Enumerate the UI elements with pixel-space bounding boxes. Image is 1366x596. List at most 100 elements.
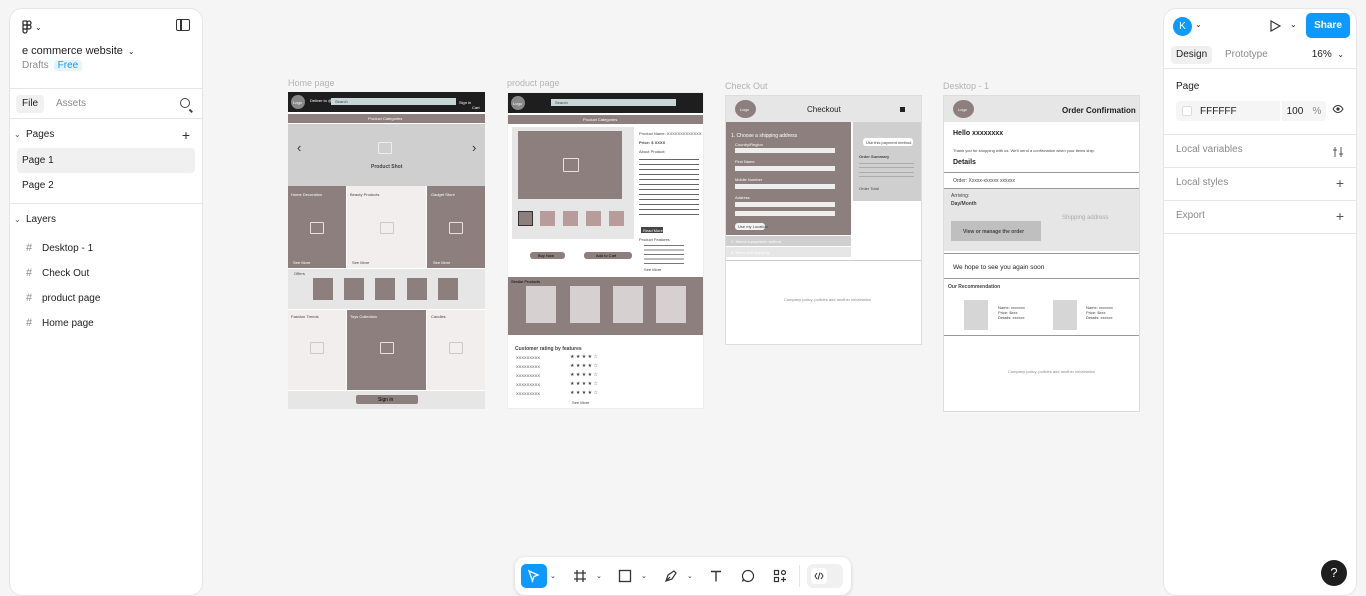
drafts-link[interactable]: Drafts [22, 60, 49, 71]
pages-section-header[interactable]: ⌄ Pages + [10, 122, 202, 148]
comment-tool[interactable] [738, 564, 758, 588]
chevron-down-icon: ⌄ [1337, 50, 1344, 59]
frame-label-checkout[interactable]: Check Out [725, 81, 768, 91]
frame-check-out[interactable]: Logo Checkout 1. Choose a shipping addre… [725, 95, 922, 345]
home-header: Logo Deliver to @ India Search Sign in C… [288, 92, 485, 112]
pen-tool[interactable] [661, 564, 681, 588]
page-fill-row: FFFFFF 100 % [1176, 101, 1344, 121]
file-header: ⌄ e commerce website ⌄ Drafts Free [10, 9, 202, 89]
layer-label: Home page [42, 318, 94, 329]
frame-home-page[interactable]: Logo Deliver to @ India Search Sign in C… [288, 92, 485, 409]
bottom-toolbar: ⌄ ⌄ ⌄ ⌄ [515, 557, 851, 595]
layer-item-home-page[interactable]: # Home page [10, 311, 202, 336]
export-section[interactable]: Export + [1164, 201, 1356, 234]
rating-row-label: XXXXXXXXX [516, 382, 541, 387]
home-tile-label: Fashion Trends [291, 314, 319, 319]
play-icon[interactable] [1268, 19, 1282, 33]
avatar[interactable]: K [1173, 17, 1192, 36]
add-style-icon[interactable]: + [1336, 175, 1344, 191]
frame-label-product[interactable]: product page [507, 78, 560, 88]
layer-item-check-out[interactable]: # Check Out [10, 261, 202, 286]
eye-icon[interactable] [1332, 104, 1344, 114]
home-tile-label: Candles [431, 314, 446, 319]
add-export-icon[interactable]: + [1336, 208, 1344, 224]
rec-line: Details: xxxxxx [998, 315, 1025, 320]
tab-assets[interactable]: Assets [50, 95, 92, 113]
frame-tool[interactable] [570, 564, 590, 588]
tab-file[interactable]: File [16, 95, 45, 113]
dev-mode-toggle[interactable] [807, 564, 843, 588]
help-button[interactable]: ? [1321, 560, 1347, 586]
product-features: Product Features [639, 237, 670, 242]
desktop-recommendation: Our Recommendation [948, 284, 1001, 290]
frame-label-desktop[interactable]: Desktop - 1 [943, 81, 989, 91]
left-panel: ⌄ e commerce website ⌄ Drafts Free File … [10, 9, 202, 595]
search-icon[interactable] [180, 98, 190, 108]
page-opacity-input[interactable]: 100 % [1282, 101, 1326, 121]
checkout-field-label: Country/Region [735, 142, 763, 147]
chevron-down-icon[interactable]: ⌄ [687, 572, 693, 580]
cursor-icon [527, 569, 540, 583]
page-color-input[interactable]: FFFFFF [1176, 101, 1280, 121]
page-item-1[interactable]: Page 1 [17, 148, 195, 173]
home-see-more: See More [433, 260, 451, 265]
layer-item-desktop-1[interactable]: # Desktop - 1 [10, 236, 202, 261]
frame-label-home[interactable]: Home page [288, 78, 335, 88]
frame-desktop-1[interactable]: Logo Order Confirmation Hello xxxxxxxx T… [943, 95, 1140, 412]
main-menu-button[interactable]: ⌄ [22, 19, 42, 35]
add-page-icon[interactable]: + [182, 122, 190, 148]
chevron-down-icon: ⌄ [35, 22, 42, 32]
desktop-shipping: Shipping address [1062, 215, 1109, 221]
variables-icon[interactable] [1332, 146, 1344, 158]
color-swatch[interactable] [1182, 106, 1192, 116]
layers-section-header[interactable]: ⌄ Layers [10, 207, 202, 233]
plan-badge[interactable]: Free [53, 60, 83, 71]
export-title: Export [1176, 210, 1205, 221]
chevron-down-icon[interactable]: ⌄ [641, 572, 647, 580]
page-item-2[interactable]: Page 2 [17, 173, 195, 198]
file-name-label: e commerce website [22, 45, 123, 57]
chevron-down-icon[interactable]: ⌄ [1290, 20, 1297, 29]
page-section-title: Page [1176, 81, 1200, 92]
local-styles-section[interactable]: Local styles + [1164, 168, 1356, 201]
tab-prototype[interactable]: Prototype [1220, 46, 1273, 64]
tab-design[interactable]: Design [1171, 46, 1213, 64]
rating-stars: ★ ★ ★ ★ ☆ [570, 363, 598, 369]
pen-icon [665, 570, 677, 582]
shape-tool[interactable] [615, 564, 635, 588]
text-tool[interactable] [706, 564, 726, 588]
home-tile-label: Gadget Store [431, 192, 455, 197]
home-see-more: See More [293, 260, 311, 265]
chevron-down-icon[interactable]: ⌄ [550, 572, 556, 580]
layer-label: Desktop - 1 [42, 243, 94, 254]
checkout-step1: 1. Choose a shipping address [731, 133, 798, 139]
rating-row-label: XXXXXXXXX [516, 373, 541, 378]
layer-item-product-page[interactable]: # product page [10, 286, 202, 311]
desktop-details: Details [953, 159, 976, 166]
rating-row-label: XXXXXXXXX [516, 355, 541, 360]
frame-icon: # [25, 317, 33, 329]
product-see-more: See More [644, 267, 662, 272]
home-logo: Logo [293, 100, 302, 105]
layer-label: product page [42, 293, 101, 304]
zoom-dropdown[interactable]: 16% ⌄ [1312, 46, 1344, 64]
share-button[interactable]: Share [1306, 13, 1350, 38]
local-styles-title: Local styles [1176, 177, 1229, 188]
right-panel: K ⌄ ⌄ Share Design Prototype 16% ⌄ Page … [1164, 9, 1356, 595]
local-variables-section[interactable]: Local variables [1164, 135, 1356, 168]
frame-product-page[interactable]: Logo Search Product Categories Product N… [507, 92, 704, 409]
checkout-summary: Order Summary [859, 154, 890, 159]
actions-tool[interactable] [770, 564, 790, 588]
file-name[interactable]: e commerce website ⌄ [22, 45, 135, 57]
rating-stars: ★ ★ ★ ★ ☆ [570, 372, 598, 378]
checkout-field-label: First Name [735, 159, 755, 164]
page-section: Page FFFFFF 100 % [1164, 69, 1356, 135]
desktop-hope: We hope to see you again soon [953, 264, 1045, 271]
chevron-down-icon[interactable]: ⌄ [596, 572, 602, 580]
pages-title: Pages [26, 129, 55, 140]
desktop-logo: Logo [958, 107, 967, 112]
sidebar-toggle-icon[interactable] [176, 19, 190, 31]
chevron-down-icon: ⌄ [14, 130, 21, 139]
move-tool[interactable] [521, 564, 547, 588]
chevron-down-icon[interactable]: ⌄ [1195, 20, 1202, 29]
